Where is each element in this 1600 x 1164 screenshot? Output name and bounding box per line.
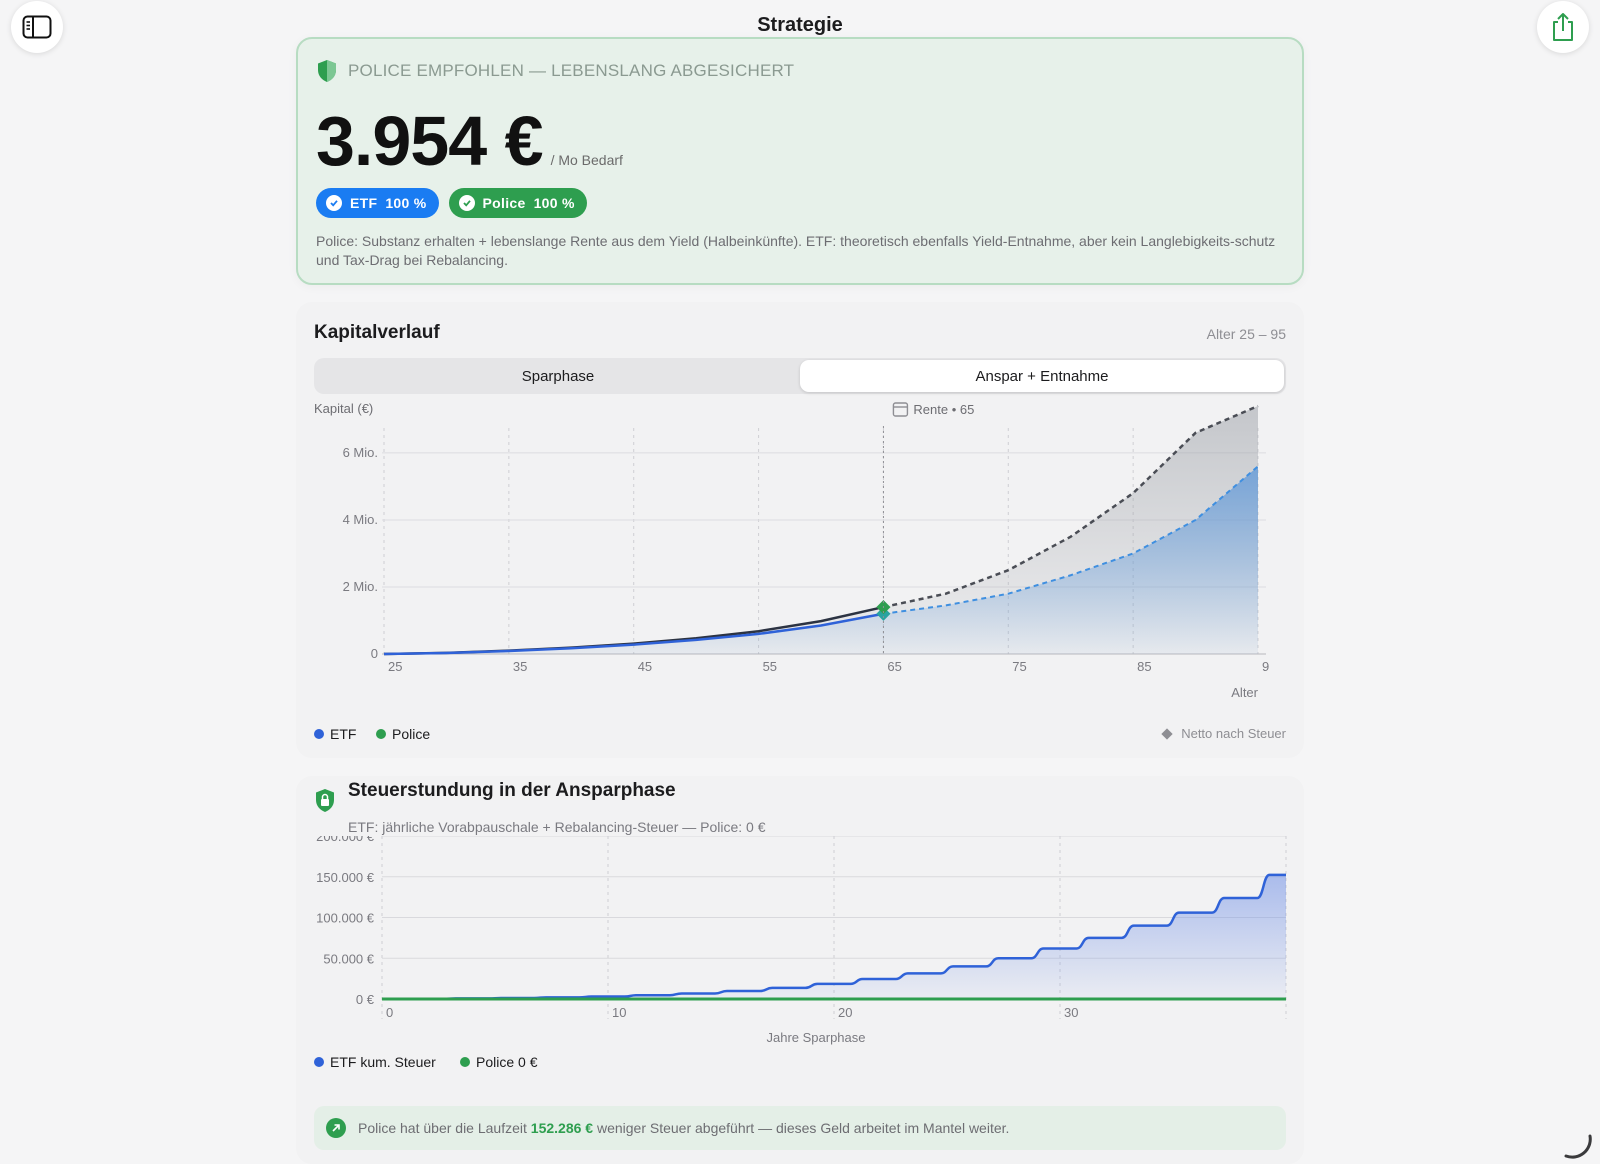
x-tick-label: 75 bbox=[1012, 659, 1026, 674]
police-tax-dot bbox=[460, 1057, 470, 1067]
police-pill-label: Police bbox=[482, 195, 526, 211]
legend-police-tax: Police 0 € bbox=[460, 1054, 537, 1070]
calendar-icon bbox=[892, 402, 909, 417]
segment-sparphase[interactable]: Sparphase bbox=[316, 360, 800, 392]
capital-chart: Kapital (€) 25 35 45 55 65 75 85 9 0 2 Mio. 4 Mio. 6… bbox=[314, 401, 1269, 700]
police-dot bbox=[376, 729, 386, 739]
page-title: Strategie bbox=[757, 14, 843, 36]
police-pill-value: 100 % bbox=[533, 195, 575, 211]
y-tick-label: 50.000 € bbox=[323, 951, 374, 966]
y-tick-label: 150.000 € bbox=[316, 870, 375, 885]
x-tick-label: 45 bbox=[638, 659, 652, 674]
x-tick-label: 25 bbox=[388, 659, 402, 674]
x-axis-title: Alter bbox=[1231, 685, 1258, 700]
trend-up-icon bbox=[326, 1118, 346, 1138]
tax-title: Steuerstundung in der Ansparphase bbox=[348, 780, 676, 801]
tax-chart: 0 € 50.000 € 100.000 € 150.000 € 200.000 € 0 1… bbox=[316, 836, 1287, 1045]
allocation-pills: ETF 100 % Police 100 % bbox=[316, 188, 587, 218]
legend-police: Police bbox=[376, 726, 430, 742]
etf-pill-label: ETF bbox=[350, 195, 378, 211]
y-axis-title: Kapital (€) bbox=[314, 401, 373, 416]
legend-etf-label: ETF bbox=[330, 726, 357, 742]
legend-etf: ETF bbox=[314, 726, 356, 742]
recommendation-card: POLICE EMPFOHLEN — LEBENSLANG ABGESICHER… bbox=[296, 37, 1304, 285]
tax-savings-text: Police hat über die Laufzeit 152.286 € w… bbox=[358, 1120, 1009, 1136]
legend-police-label: Police bbox=[392, 726, 431, 742]
x-tick-label: 20 bbox=[838, 1005, 852, 1020]
banner-pre: Police hat über die Laufzeit bbox=[358, 1120, 527, 1136]
y-tick-label: 0 € bbox=[356, 992, 375, 1007]
capital-title: Kapitalverlauf bbox=[314, 322, 440, 343]
x-tick-label: 35 bbox=[513, 659, 527, 674]
shield-icon bbox=[318, 60, 336, 82]
tax-deferral-card: Steuerstundung in der Ansparphase ETF: j… bbox=[296, 776, 1304, 1164]
y-tick-label: 0 bbox=[371, 646, 378, 661]
legend-police-tax-label: Police 0 € bbox=[476, 1054, 538, 1070]
monthly-need-unit: / Mo Bedarf bbox=[550, 152, 623, 168]
etf-pill: ETF 100 % bbox=[316, 188, 439, 218]
x-tick-label: 10 bbox=[612, 1005, 626, 1020]
recommendation-headline: POLICE EMPFOHLEN — LEBENSLANG ABGESICHER… bbox=[348, 61, 795, 80]
diamond-icon bbox=[1161, 727, 1173, 740]
x-tick-label: 0 bbox=[386, 1005, 393, 1020]
legend-netto-label: Netto nach Steuer bbox=[1181, 726, 1286, 741]
etf-pill-value: 100 % bbox=[385, 195, 427, 211]
share-icon bbox=[1553, 13, 1573, 41]
x-tick-label: 9 bbox=[1262, 659, 1269, 674]
x-tick-label: 30 bbox=[1064, 1005, 1078, 1020]
check-icon bbox=[326, 195, 342, 211]
retirement-annotation: Rente • 65 bbox=[913, 402, 974, 417]
banner-amount: 152.286 € bbox=[530, 1120, 594, 1136]
etf-dot bbox=[314, 729, 324, 739]
banner-post: weniger Steuer abgeführt — dieses Geld a… bbox=[596, 1120, 1010, 1136]
x-tick-label: 65 bbox=[887, 659, 901, 674]
recommendation-header: POLICE EMPFOHLEN — LEBENSLANG ABGESICHER… bbox=[316, 59, 794, 83]
legend-netto: Netto nach Steuer bbox=[1161, 726, 1286, 741]
recommendation-note: Police: Substanz erhalten + lebenslange … bbox=[316, 233, 1276, 268]
share-button[interactable] bbox=[1537, 1, 1589, 53]
x-tick-label: 55 bbox=[763, 659, 777, 674]
x-tick-label: 85 bbox=[1137, 659, 1151, 674]
tax-savings-banner: Police hat über die Laufzeit 152.286 € w… bbox=[314, 1106, 1286, 1150]
monthly-need-amount: 3.954 € bbox=[316, 102, 544, 180]
check-icon bbox=[458, 195, 475, 211]
capital-chart-card: Kapitalverlauf Alter 25 – 95 Sparphase A… bbox=[296, 302, 1304, 758]
age-range: Alter 25 – 95 bbox=[1206, 326, 1286, 342]
y-tick-label: 4 Mio. bbox=[343, 512, 378, 527]
loading-indicator-icon bbox=[1564, 1134, 1592, 1159]
y-tick-label: 2 Mio. bbox=[343, 579, 378, 594]
lock-shield-icon bbox=[316, 789, 334, 812]
monthly-need: 3.954 € / Mo Bedarf bbox=[316, 101, 623, 181]
tax-subtitle: ETF: jährliche Vorabpauschale + Rebalanc… bbox=[348, 819, 766, 835]
x-axis-title: Jahre Sparphase bbox=[766, 1030, 865, 1045]
y-tick-label: 200.000 € bbox=[316, 836, 375, 844]
legend-etf-tax-label: ETF kum. Steuer bbox=[330, 1054, 436, 1070]
phase-segmented-control: Sparphase Anspar + Entnahme bbox=[314, 358, 1286, 394]
legend-etf-tax: ETF kum. Steuer bbox=[314, 1054, 436, 1070]
y-tick-label: 100.000 € bbox=[316, 911, 375, 926]
segment-anspar-entnahme[interactable]: Anspar + Entnahme bbox=[800, 360, 1284, 392]
etf-tax-dot bbox=[314, 1057, 324, 1067]
police-pill: Police 100 % bbox=[448, 188, 587, 218]
y-tick-label: 6 Mio. bbox=[343, 445, 378, 460]
